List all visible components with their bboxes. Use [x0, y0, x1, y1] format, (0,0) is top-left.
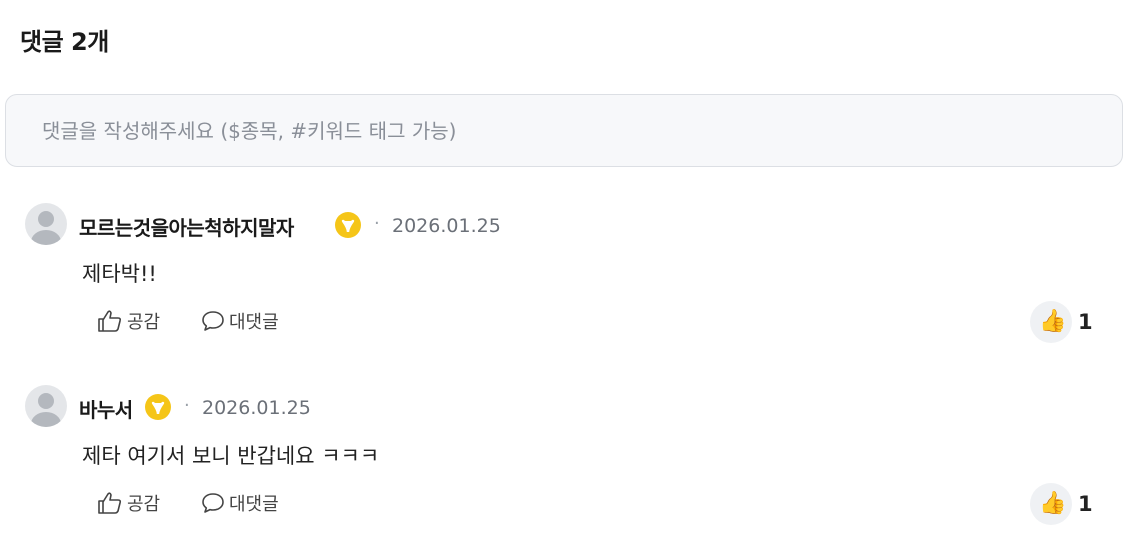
comment-author[interactable]: 모르는것을아는척하지말자: [79, 212, 294, 241]
speech-bubble-icon: [202, 311, 224, 331]
like-button[interactable]: 공감: [97, 308, 160, 334]
like-button[interactable]: 공감: [97, 490, 160, 516]
comment-input-box[interactable]: [5, 94, 1123, 167]
reaction-button[interactable]: 👍: [1030, 301, 1072, 343]
avatar[interactable]: [25, 385, 67, 427]
comment-text: 제타 여기서 보니 반갑네요 ㅋㅋㅋ: [82, 444, 380, 468]
reaction-count: 1: [1078, 492, 1093, 516]
speech-bubble-icon: [202, 493, 224, 513]
thumbs-up-icon: [98, 310, 122, 332]
reaction-button[interactable]: 👍: [1030, 483, 1072, 525]
reply-button[interactable]: 대댓글: [201, 308, 279, 334]
comments-title: 댓글 2개: [20, 28, 109, 56]
like-label: 공감: [127, 494, 161, 515]
reaction-count: 1: [1078, 310, 1093, 334]
comment-item: 바누서 · 2026.01.25 제타 여기서 보니 반갑네요 ㅋㅋㅋ 공감 대…: [0, 385, 1131, 555]
comment-input[interactable]: [42, 95, 1082, 166]
thumbs-up-emoji-icon: 👍: [1039, 491, 1067, 516]
comment-author[interactable]: 바누서: [79, 394, 133, 423]
reply-button[interactable]: 대댓글: [201, 490, 279, 516]
separator-dot: ·: [374, 213, 380, 234]
thumbs-up-icon: [98, 492, 122, 514]
comment-item: 모르는것을아는척하지말자 · 2026.01.25 제타박!! 공감 대댓글 👍…: [0, 203, 1131, 373]
badge-icon: [335, 212, 361, 238]
comment-text: 제타박!!: [82, 262, 157, 286]
separator-dot: ·: [184, 395, 190, 416]
reply-label: 대댓글: [229, 494, 279, 515]
like-label: 공감: [127, 312, 161, 333]
thumbs-up-emoji-icon: 👍: [1039, 309, 1067, 334]
reply-label: 대댓글: [229, 312, 279, 333]
comment-date: 2026.01.25: [392, 215, 501, 237]
avatar[interactable]: [25, 203, 67, 245]
comment-date: 2026.01.25: [202, 397, 311, 419]
badge-icon: [145, 394, 171, 420]
